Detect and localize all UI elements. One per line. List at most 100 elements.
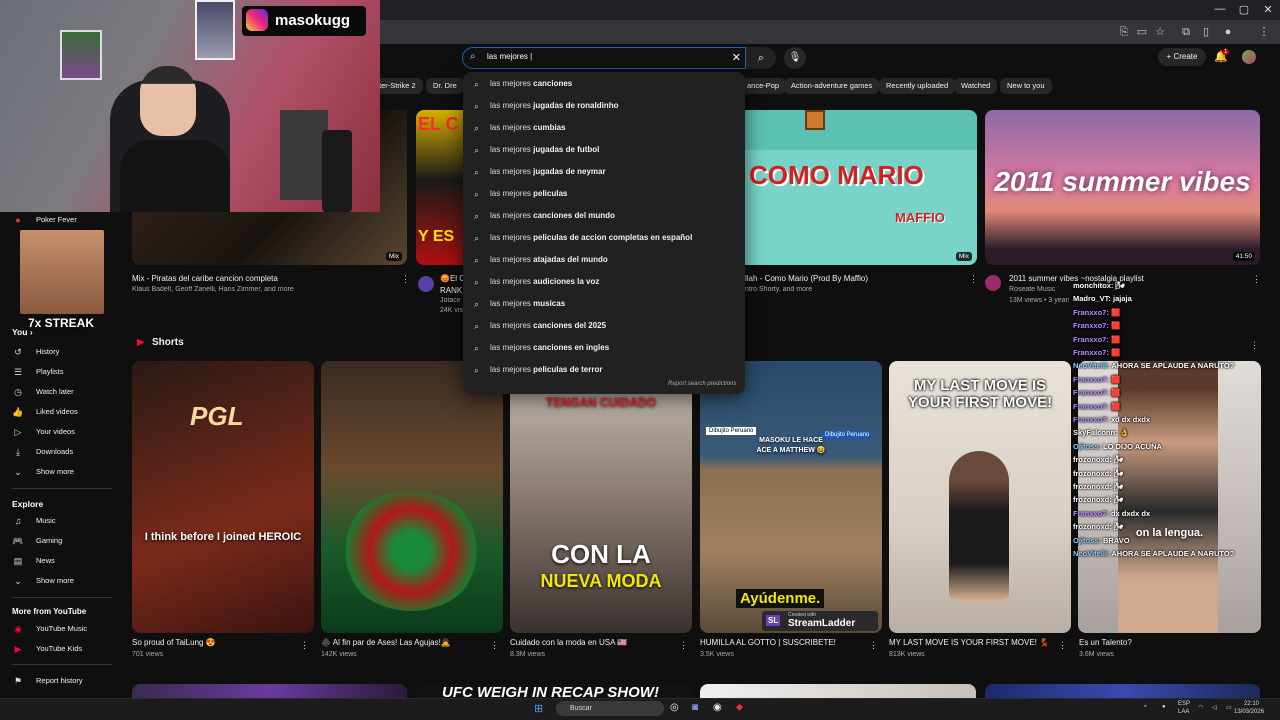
- create-button[interactable]: + Create: [1158, 48, 1206, 66]
- windows-start-icon[interactable]: ⊞: [534, 702, 543, 715]
- more-options-icon[interactable]: ⋮: [1058, 640, 1067, 651]
- sidebar-item-music[interactable]: ♫ Music: [0, 512, 118, 530]
- video-title[interactable]: 😡El C: [440, 274, 464, 283]
- menu-icon[interactable]: ⋮: [1258, 26, 1270, 38]
- video-title-cont[interactable]: RANK: [440, 286, 464, 295]
- sidebar-item-your-videos[interactable]: ▷ Your videos: [0, 423, 118, 441]
- search-suggestion[interactable]: ⌕ las mejores peliculas de terror: [463, 360, 745, 380]
- volume-icon[interactable]: ◁: [1212, 704, 1217, 711]
- search-suggestion[interactable]: ⌕ las mejores jugadas de ronaldinho: [463, 96, 745, 116]
- search-suggestion[interactable]: ⌕ las mejores canciones en ingles: [463, 338, 745, 358]
- chip-dr-dre[interactable]: Dr. Dre: [426, 78, 464, 94]
- chip-recently-uploaded[interactable]: Recently uploaded: [879, 78, 956, 94]
- report-predictions-link[interactable]: Report search predictions: [668, 381, 736, 387]
- video-title[interactable]: Mix - Piratas del caribe cancion complet…: [132, 274, 397, 283]
- short-title[interactable]: Cuidado con la moda en USA 🇺🇸: [510, 638, 680, 647]
- search-suggestion[interactable]: ⌕ las mejores jugadas de futbol: [463, 140, 745, 160]
- cast-icon[interactable]: ▭: [1136, 26, 1148, 38]
- video-thumbnail[interactable]: [700, 684, 976, 698]
- sidebar-item-show-more[interactable]: ⌄ Show more: [0, 463, 118, 481]
- channel-avatar[interactable]: [418, 276, 434, 292]
- close-window-button[interactable]: ✕: [1258, 3, 1278, 16]
- input-language[interactable]: ESP: [1178, 701, 1190, 707]
- short-card[interactable]: PGL I think before I joined HEROIC: [132, 361, 314, 633]
- account-avatar[interactable]: [1242, 50, 1256, 64]
- chrome-icon[interactable]: ◎: [670, 702, 679, 713]
- clock-date[interactable]: 13/03/2026: [1234, 709, 1264, 715]
- short-card[interactable]: TENGAN CUIDADO CON LA NUEVA MODA: [510, 361, 692, 633]
- sidebar-item-watch-later[interactable]: ◷ Watch later: [0, 383, 118, 401]
- chip-action-adventure[interactable]: Action-adventure games: [784, 78, 880, 94]
- search-suggestion[interactable]: ⌕ las mejores peliculas: [463, 184, 745, 204]
- sidebar-item-downloads[interactable]: ⤓ Downloads: [0, 443, 118, 461]
- profile-icon[interactable]: ●: [1222, 26, 1234, 38]
- sidebar-item-news[interactable]: ▤ News: [0, 552, 118, 570]
- search-suggestion[interactable]: ⌕ las mejores jugadas de neymar: [463, 162, 745, 182]
- more-options-icon[interactable]: ⋮: [869, 640, 878, 651]
- wifi-icon[interactable]: ◠: [1198, 704, 1203, 711]
- search-button[interactable]: ⌕: [746, 47, 776, 69]
- short-title[interactable]: HUMILLA AL GOTTO | SUSCRIBETE!: [700, 638, 870, 647]
- sidepanel-icon[interactable]: ▯: [1200, 26, 1212, 38]
- sidebar-subscription-poker-fever[interactable]: ● Poker Fever: [0, 211, 118, 229]
- more-options-icon[interactable]: ⋮: [401, 274, 410, 285]
- channel-avatar[interactable]: [985, 275, 1001, 291]
- bookmark-star-icon[interactable]: ☆: [1154, 26, 1166, 38]
- short-title[interactable]: MY LAST MOVE IS YOUR FIRST MOVE! 💃: [889, 638, 1059, 647]
- chip-watched[interactable]: Watched: [954, 78, 998, 94]
- video-title[interactable]: llah - Como Mario (Prod By Maffio): [745, 274, 960, 283]
- obs-icon[interactable]: ◉: [713, 702, 722, 713]
- search-input[interactable]: ⌕ las mejores | ✕: [462, 47, 746, 69]
- more-options-icon[interactable]: ⋮: [969, 274, 978, 285]
- short-card[interactable]: Dibujito Peruano Dibujito Peruano MASOKU…: [700, 361, 882, 633]
- taskbar-search-input[interactable]: Buscar: [556, 701, 664, 716]
- chip-dance-pop[interactable]: ance-Pop: [740, 78, 787, 94]
- video-channel[interactable]: Klaus Badelt, Geoff Zanelli, Hans Zimmer…: [132, 286, 397, 293]
- battery-icon[interactable]: ▭: [1226, 704, 1232, 711]
- short-card[interactable]: [321, 361, 503, 633]
- video-thumbnail[interactable]: COMO MARIO MAFFIO Mix: [745, 110, 977, 265]
- discord-icon[interactable]: ◙: [692, 702, 698, 713]
- video-thumbnail[interactable]: [132, 684, 407, 698]
- sidebar-item-youtube-kids[interactable]: ▶ YouTube Kids: [0, 640, 118, 658]
- sidebar-item-report-history[interactable]: ⚑ Report history: [0, 672, 118, 690]
- sidebar-item-history[interactable]: ↺ History: [0, 343, 118, 361]
- video-thumbnail[interactable]: EL C Y ES: [416, 110, 464, 265]
- sidebar-item-playlists[interactable]: ☰ Playlists: [0, 363, 118, 381]
- sidebar-item-liked-videos[interactable]: 👍 Liked videos: [0, 403, 118, 421]
- tray-chevron-icon[interactable]: ^: [1144, 705, 1147, 711]
- search-suggestion[interactable]: ⌕ las mejores musicas: [463, 294, 745, 314]
- clock-time[interactable]: 22:10: [1244, 701, 1259, 707]
- chip-new-to-you[interactable]: New to you: [1000, 78, 1052, 94]
- input-language-layout[interactable]: LAA: [1178, 709, 1189, 715]
- video-thumbnail[interactable]: [985, 684, 1260, 698]
- video-channel[interactable]: ntro Shorty, and more: [745, 286, 960, 293]
- short-title[interactable]: Es un Talento?: [1079, 638, 1249, 647]
- short-title[interactable]: So proud of TaiLung 😍: [132, 638, 302, 647]
- extensions-icon[interactable]: ⧉: [1180, 26, 1192, 38]
- search-suggestion[interactable]: ⌕ las mejores atajadas del mundo: [463, 250, 745, 270]
- sidebar-item-gaming[interactable]: 🎮 Gaming: [0, 532, 118, 550]
- search-suggestion[interactable]: ⌕ las mejores cumbias: [463, 118, 745, 138]
- minimize-button[interactable]: —: [1210, 3, 1230, 15]
- search-suggestion[interactable]: ⌕ las mejores canciones del 2025: [463, 316, 745, 336]
- more-options-icon[interactable]: ⋮: [679, 640, 688, 651]
- search-suggestion[interactable]: ⌕ las mejores audiciones la voz: [463, 272, 745, 292]
- short-title[interactable]: ♠️ Al fin par de Ases! Las Agujas!🙇: [321, 638, 491, 647]
- sidebar-item-youtube-music[interactable]: ◉ YouTube Music: [0, 620, 118, 638]
- more-options-icon[interactable]: ⋮: [300, 640, 309, 651]
- sidebar-item-show-more-explore[interactable]: ⌄ Show more: [0, 572, 118, 590]
- video-channel[interactable]: Jotace: [440, 297, 464, 304]
- valorant-icon[interactable]: ⬥: [736, 702, 743, 713]
- voice-search-button[interactable]: 🎙: [784, 47, 806, 69]
- more-options-icon[interactable]: ⋮: [490, 640, 499, 651]
- video-thumbnail[interactable]: 2011 summer vibes 41:50: [985, 110, 1260, 265]
- short-card[interactable]: MY LAST MOVE IS YOUR FIRST MOVE!: [889, 361, 1071, 633]
- search-suggestion[interactable]: ⌕ las mejores canciones: [463, 74, 745, 94]
- video-thumbnail[interactable]: UFC WEIGH IN RECAP SHOW!: [416, 684, 691, 698]
- tray-app-icon[interactable]: ●: [1162, 704, 1166, 710]
- clear-search-icon[interactable]: ✕: [732, 51, 741, 64]
- maximize-button[interactable]: ▢: [1234, 3, 1254, 16]
- translate-icon[interactable]: ⎘: [1118, 26, 1130, 38]
- search-suggestion[interactable]: ⌕ las mejores canciones del mundo: [463, 206, 745, 226]
